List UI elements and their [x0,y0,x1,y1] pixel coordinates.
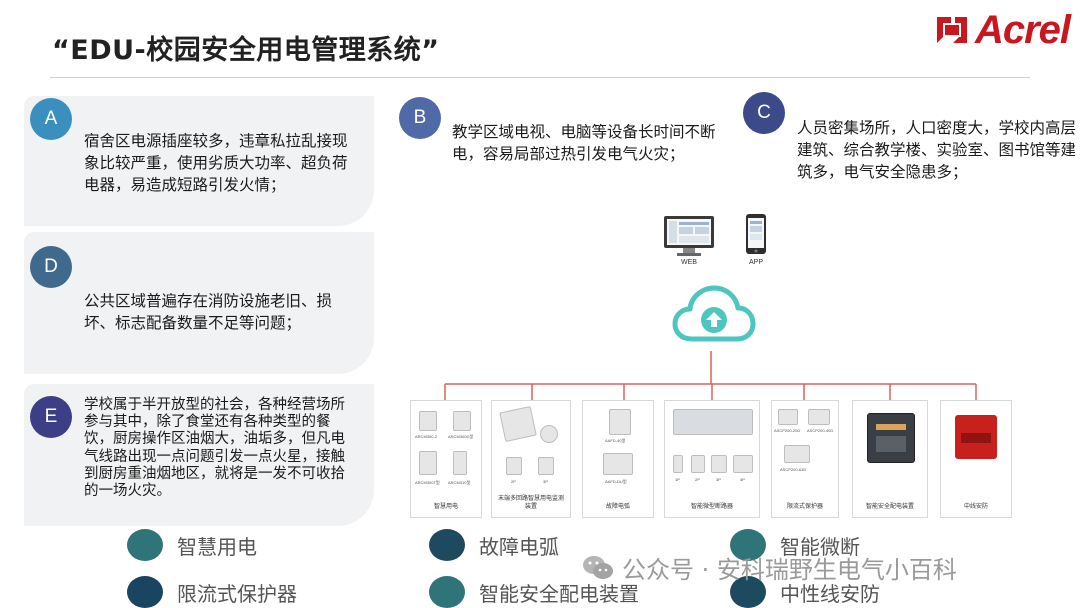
arc-detector [603,453,633,475]
limiter-device [784,445,810,463]
card-e-text: 学校属于半开放型的社会，各种经营场所参与其中，除了食堂还有各种类型的餐饮，厨房操… [84,397,345,500]
legend-dot [127,576,163,608]
system-diagram: WEB APP ARCM300-Z ARCM300D型 ARCM300T型 AR… [406,211,1014,525]
product-label: 末端多回路智慧用电监测装置 [497,495,564,510]
product-label: 智能微型断路器 [690,503,733,510]
ct-device [540,425,558,443]
product-current-limiter: ASCP200-20D ASCP200-40D ASCP200-63D 限流式保… [771,400,839,518]
card-a-text: 宿舍区电源插座较多，违章私拉乱接现象比较严重，使用劣质大功率、超负荷电器，易造成… [84,132,348,194]
card-b-text: 教学区域电视、电脑等设备长时间不断电，容易局部过热引发电气火灾； [452,123,716,163]
legend-dot [127,529,163,561]
card-d-text: 公共区域普遍存在消防设施老旧、损坏、标志配备数量不足等问题； [84,292,333,332]
meter-device [453,411,471,431]
legend-current-limiter: 限流式保护器 [127,576,297,608]
monitor-device [499,406,537,442]
meter-device [419,451,437,475]
product-safe-distribution: 智能安全配电装置 [852,400,928,518]
model-label: 1P [675,477,680,482]
legend-label: 限流式保护器 [177,581,297,606]
model-label: ARCM300T型 [415,480,440,485]
acrel-logo: Acrel [935,7,1071,52]
model-label: ARCM310型 [448,480,471,485]
product-neutral-protection: 中线安防 [940,400,1012,518]
legend-smart-power: 智慧用电 [127,529,257,561]
model-label: ASCP200-63D [780,467,807,472]
meter-device [453,451,467,475]
neutral-protector [955,415,997,459]
model-label: 4P [740,477,745,482]
legend-dot [429,529,465,561]
breaker-strip [673,409,753,435]
badge-a: A [30,98,72,140]
badge-e: E [30,396,72,438]
legend-label: 智慧用电 [177,534,257,559]
breaker-device [506,457,522,475]
legend-dot [429,576,465,608]
product-arc-fault: AAFD-40型 AAFD-DU型 故障电弧 [582,400,654,518]
product-label: 故障电弧 [605,503,630,510]
model-label: 3P [716,477,721,482]
model-label: 2P [695,477,700,482]
product-label: 限流式保护器 [786,503,823,510]
badge-c: C [743,92,785,134]
watermark: 公众号 · 安科瑞野生电气小百科 [582,550,957,585]
product-smart-mcb: 1P 2P 3P 4P 智能微型断路器 [664,400,760,518]
badge-b: B [399,97,441,139]
brand-name: Acrel [974,7,1071,52]
page-title: “EDU-校园安全用电管理系统” [52,35,440,66]
distribution-cabinet [867,413,915,463]
breaker-device [538,457,554,475]
limiter-device [808,409,830,425]
title-divider [50,77,1030,78]
product-label: 中线安防 [963,503,988,510]
breaker-device [733,455,753,473]
model-label: ARCM300-Z [415,434,438,439]
product-smart-power: ARCM300-Z ARCM300D型 ARCM300T型 ARCM310型 智… [410,400,482,518]
model-label: ASCP200-20D [774,428,801,433]
breaker-device [691,455,705,473]
model-label: 3P [543,479,548,484]
model-label: AAFD-DU型 [605,479,627,484]
breaker-device [673,455,683,473]
model-label: AAFD-40型 [605,438,626,443]
model-label: ASCP200-40D [807,428,834,433]
arc-detector [609,409,631,435]
acrel-logo-icon [935,13,969,47]
product-label: 智慧用电 [433,503,458,510]
connector-lines [444,351,977,400]
card-c-text: 人员密集场所，人口密度大，学校内高层建筑、综合教学楼、实验室、图书馆等建筑多，电… [797,119,1077,181]
product-label: 智能安全配电装置 [865,503,914,510]
limiter-device [778,409,798,425]
meter-device [419,411,437,431]
legend-arc-fault: 故障电弧 [429,529,559,561]
breaker-device [711,455,727,473]
model-label: ARCM300D型 [448,434,474,439]
badge-d: D [30,246,72,288]
model-label: 2P [511,479,516,484]
product-multi-circuit-monitor: 2P 3P 末端多回路智慧用电监测装置 [491,400,571,518]
watermark-text: 公众号 · 安科瑞野生电气小百科 [622,556,957,584]
legend-label: 故障电弧 [479,534,559,559]
wechat-icon [582,554,614,582]
